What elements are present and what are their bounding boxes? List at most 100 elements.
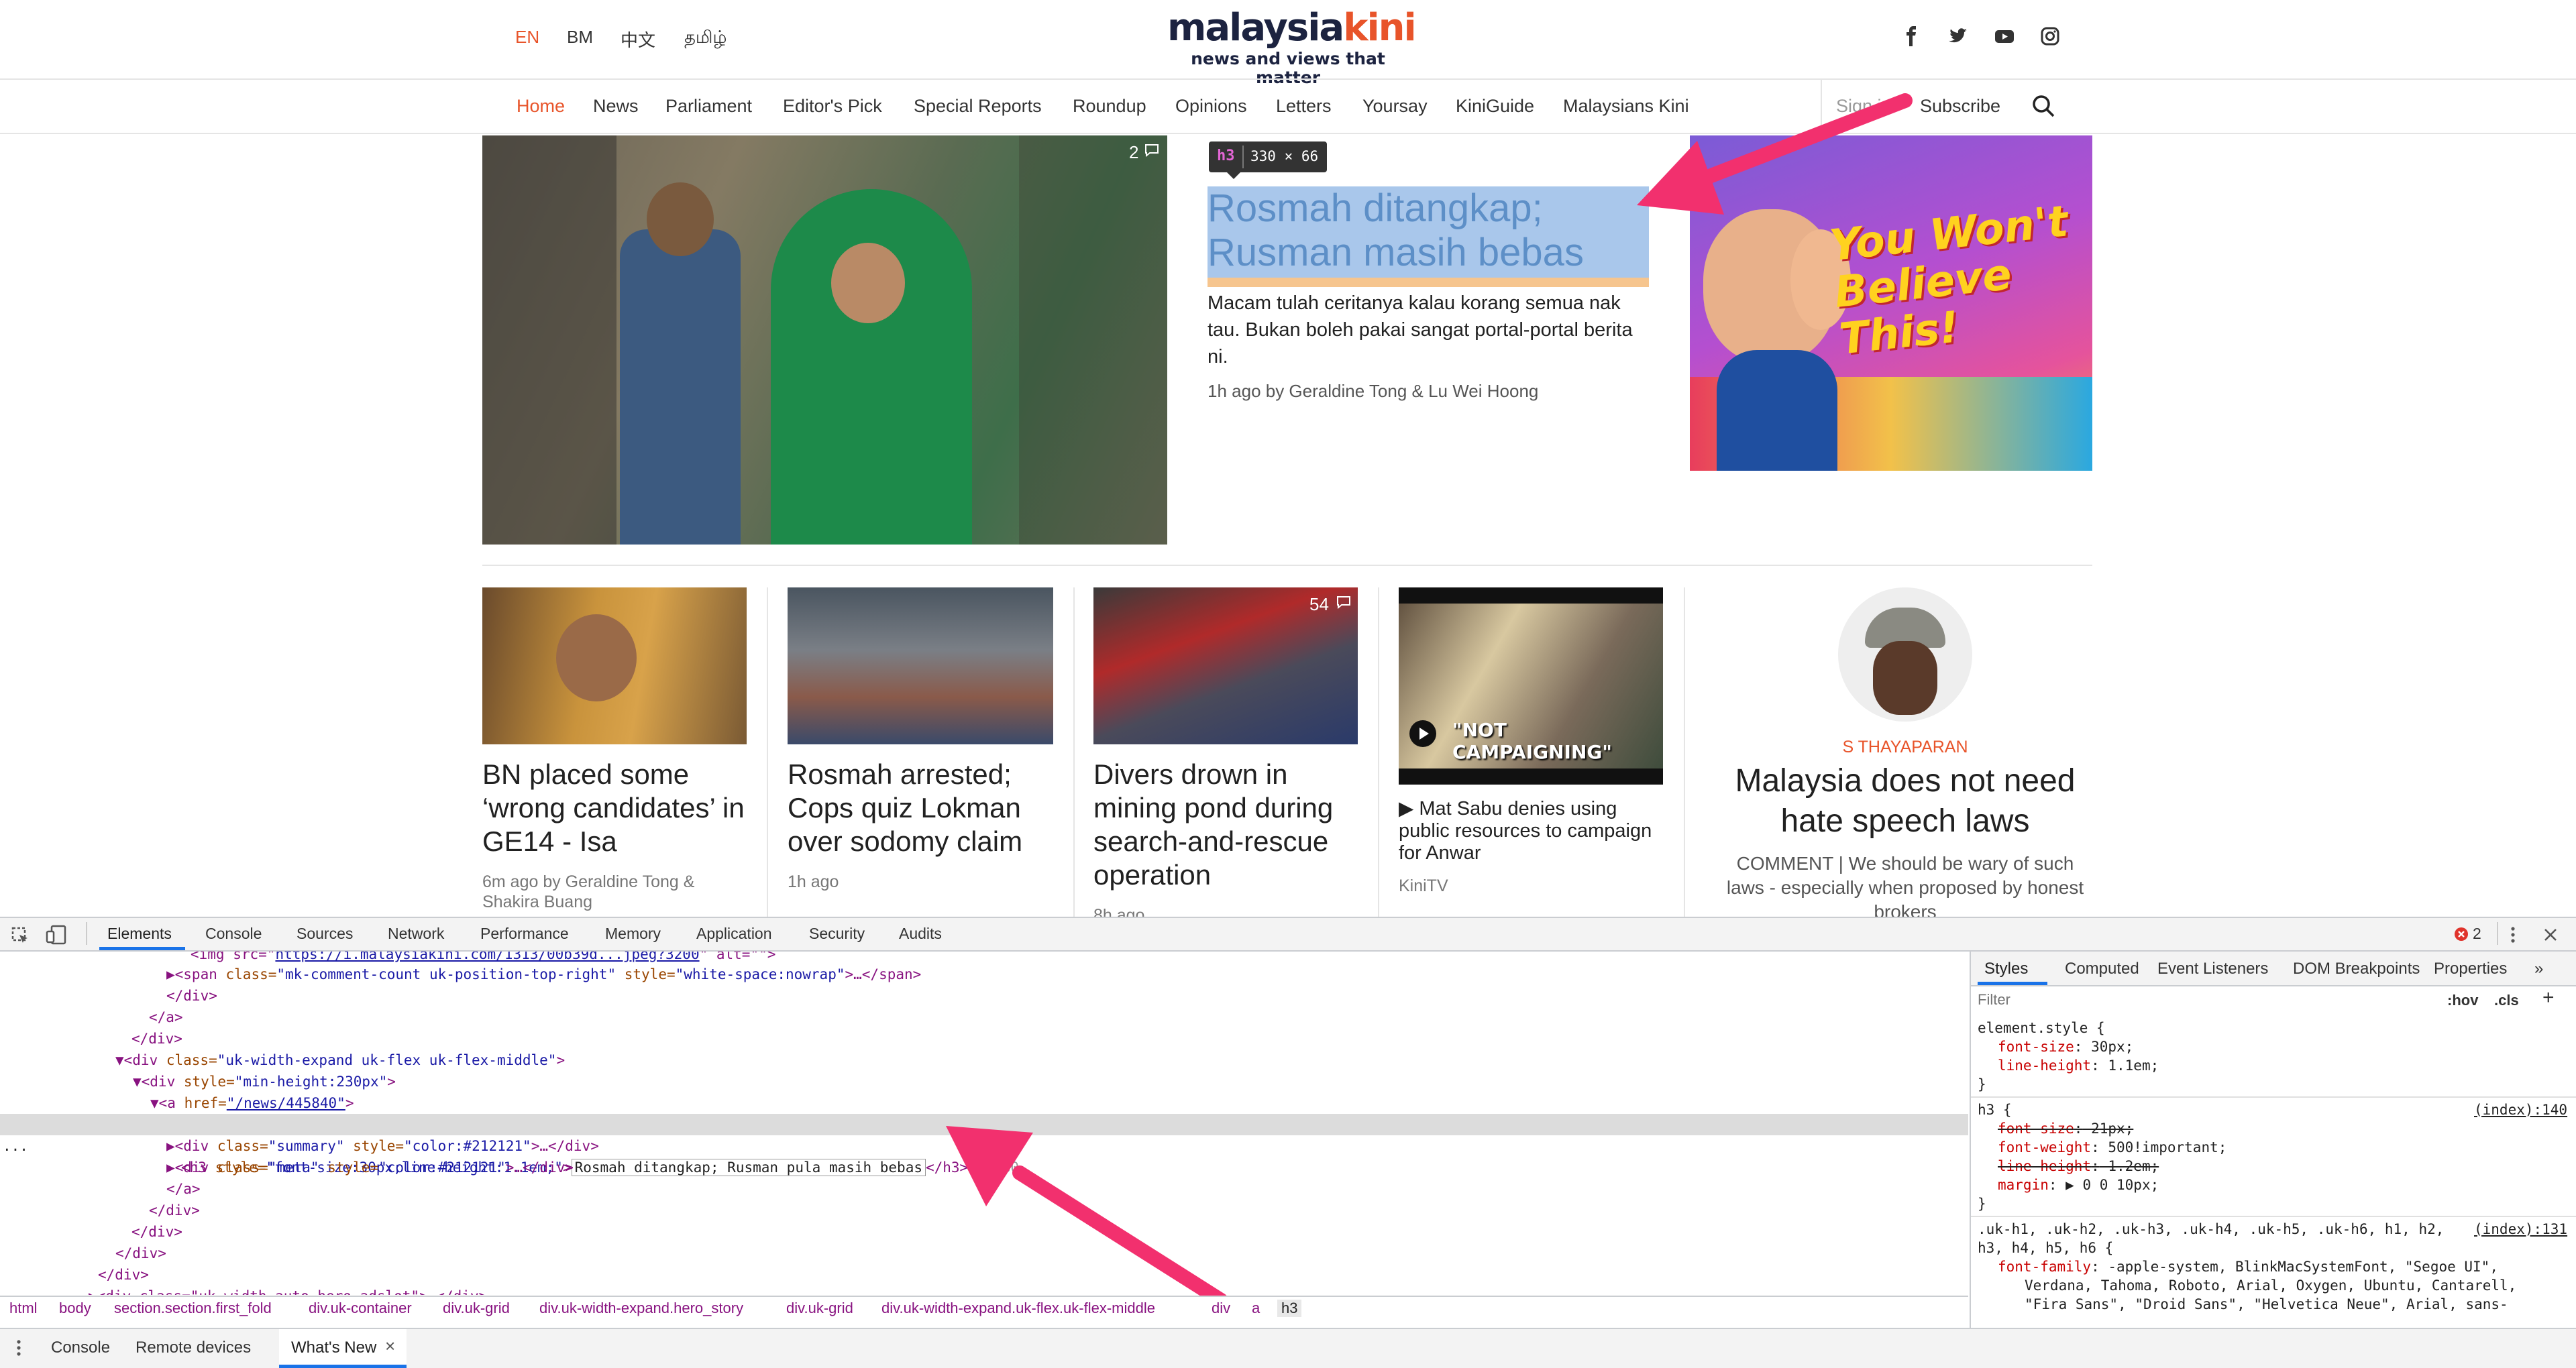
- nav-letters[interactable]: Letters: [1276, 96, 1332, 117]
- tab-properties[interactable]: Properties: [2434, 960, 2507, 978]
- css-property[interactable]: font-size: [1998, 1121, 2074, 1137]
- css-value[interactable]: ▶ 0 0 10px;: [2057, 1177, 2159, 1193]
- code-line[interactable]: <img src="https://i.malaysiakini.com/131…: [191, 952, 1968, 965]
- tab-application[interactable]: Application: [696, 925, 772, 943]
- nav-roundup[interactable]: Roundup: [1073, 96, 1146, 117]
- code-line[interactable]: ▼<a href="/news/445840">: [150, 1092, 1968, 1114]
- tab-security[interactable]: Security: [809, 925, 865, 943]
- lang-zh[interactable]: 中文: [621, 27, 655, 52]
- add-rule-icon[interactable]: +: [2542, 986, 2555, 1009]
- code-line[interactable]: </div>: [131, 1028, 1968, 1049]
- style-decl[interactable]: font-family: -apple-system, BlinkMacSyst…: [1998, 1257, 2498, 1276]
- css-value[interactable]: 1.2em;: [2100, 1158, 2159, 1174]
- style-decl-overridden[interactable]: line-height: 1.2em;: [1998, 1157, 2159, 1176]
- drawer-menu-icon[interactable]: [15, 1338, 23, 1357]
- tab-audits[interactable]: Audits: [899, 925, 942, 943]
- css-value[interactable]: 1.1em;: [2100, 1058, 2159, 1074]
- class-toggle[interactable]: .cls: [2494, 992, 2519, 1009]
- tab-computed[interactable]: Computed: [2065, 960, 2139, 978]
- close-devtools-icon[interactable]: [2542, 927, 2559, 943]
- youtube-icon[interactable]: [1994, 25, 2015, 47]
- css-value-continued[interactable]: Verdana, Tahoma, Roboto, Arial, Oxygen, …: [2025, 1276, 2516, 1295]
- nav-parliament[interactable]: Parliament: [665, 96, 752, 117]
- drawer-tab-console[interactable]: Console: [51, 1338, 110, 1357]
- code-line[interactable]: </a>: [149, 1007, 1968, 1028]
- css-property[interactable]: margin: [1998, 1177, 2049, 1193]
- tab-event-listeners[interactable]: Event Listeners: [2157, 960, 2268, 978]
- hero-headline[interactable]: Rosmah ditangkap; Rusman masih bebas: [1208, 186, 1650, 275]
- error-count[interactable]: 2: [2473, 925, 2481, 943]
- tab-elements[interactable]: Elements: [107, 925, 172, 943]
- story-photo-1[interactable]: [482, 587, 747, 744]
- code-link[interactable]: https://i.malaysiakini.com/1313/00b39d..…: [275, 952, 699, 962]
- hover-state-toggle[interactable]: :hov: [2447, 992, 2478, 1009]
- nav-kiniguide[interactable]: KiniGuide: [1456, 96, 1534, 117]
- style-decl[interactable]: line-height: 1.1em;: [1998, 1056, 2159, 1075]
- breadcrumb-item[interactable]: div: [1212, 1300, 1230, 1317]
- error-icon[interactable]: [2454, 927, 2469, 942]
- tab-dom-breakpoints[interactable]: DOM Breakpoints: [2293, 960, 2420, 978]
- tab-sources[interactable]: Sources: [297, 925, 353, 943]
- lang-ta[interactable]: தமிழ்: [684, 27, 727, 50]
- story-title-3[interactable]: Divers drown in mining pond during searc…: [1093, 758, 1362, 892]
- code-ellipsis[interactable]: ...: [3, 1135, 28, 1157]
- tab-console[interactable]: Console: [205, 925, 262, 943]
- tab-styles[interactable]: Styles: [1984, 960, 2028, 978]
- css-value-continued[interactable]: "Fira Sans", "Droid Sans", "Helvetica Ne…: [2025, 1295, 2508, 1314]
- story-photo-2[interactable]: [788, 587, 1053, 744]
- subscribe-link[interactable]: Subscribe: [1920, 96, 2000, 117]
- twitter-icon[interactable]: [1947, 25, 1968, 47]
- more-tabs-chevron-icon[interactable]: »: [2534, 960, 2543, 978]
- style-decl[interactable]: font-size: 30px;: [1998, 1037, 2133, 1056]
- breadcrumb-item[interactable]: div.uk-grid: [443, 1300, 510, 1317]
- instagram-icon[interactable]: [2039, 25, 2061, 47]
- drawer-tab-remote-devices[interactable]: Remote devices: [136, 1338, 251, 1357]
- columnist-name[interactable]: S THAYAPARAN: [1717, 738, 2093, 757]
- rule-selector[interactable]: h3 {: [1978, 1100, 2012, 1119]
- nav-yoursay[interactable]: Yoursay: [1362, 96, 1428, 117]
- rule-source-link[interactable]: (index):140: [2474, 1100, 2567, 1119]
- css-property[interactable]: font-family: [1998, 1259, 2091, 1275]
- css-value[interactable]: 30px;: [2082, 1039, 2133, 1055]
- style-decl[interactable]: margin: ▶ 0 0 10px;: [1998, 1176, 2159, 1194]
- css-value[interactable]: 21px;: [2082, 1121, 2133, 1137]
- breadcrumb-item[interactable]: body: [59, 1300, 91, 1317]
- code-line[interactable]: ▶<span class="mk-comment-count uk-positi…: [166, 964, 1968, 985]
- site-logo[interactable]: malaysiakini news and views that matter: [1167, 7, 1417, 87]
- device-toolbar-icon[interactable]: [46, 925, 67, 945]
- tab-performance[interactable]: Performance: [480, 925, 569, 943]
- breadcrumb-item[interactable]: div.uk-width-expand.hero_story: [539, 1300, 743, 1317]
- breadcrumb-item[interactable]: section.section.first_fold: [114, 1300, 272, 1317]
- column-title[interactable]: Malaysia does not need hate speech laws: [1717, 761, 2093, 842]
- hero-photo[interactable]: [482, 135, 1167, 545]
- breadcrumb-item[interactable]: div.uk-container: [309, 1300, 412, 1317]
- style-decl-overridden[interactable]: font-size: 21px;: [1998, 1119, 2133, 1138]
- code-line[interactable]: </div>: [166, 985, 1968, 1007]
- kebab-menu-icon[interactable]: [2509, 925, 2517, 945]
- story-video-thumb-4[interactable]: "NOT CAMPAIGNING": [1399, 587, 1663, 785]
- facebook-icon[interactable]: [1901, 25, 1923, 47]
- code-line[interactable]: ▼<div style="min-height:230px">: [133, 1071, 1968, 1092]
- breadcrumb-item-active[interactable]: h3: [1277, 1300, 1302, 1317]
- breadcrumb-item[interactable]: html: [9, 1300, 38, 1317]
- nav-opinions[interactable]: Opinions: [1175, 96, 1247, 117]
- code-line[interactable]: ▼<div class="uk-width-expand uk-flex uk-…: [115, 1049, 1968, 1071]
- inspect-element-icon[interactable]: [11, 926, 30, 945]
- css-value[interactable]: 500!important;: [2100, 1139, 2226, 1155]
- css-property[interactable]: font-weight: [1998, 1139, 2091, 1155]
- close-tab-icon[interactable]: ×: [385, 1336, 395, 1357]
- nav-news[interactable]: News: [593, 96, 639, 117]
- breadcrumb-item[interactable]: a: [1252, 1300, 1260, 1317]
- tab-memory[interactable]: Memory: [605, 925, 661, 943]
- css-value[interactable]: -apple-system, BlinkMacSystemFont, "Sego…: [2100, 1259, 2498, 1275]
- breadcrumb-item[interactable]: div.uk-grid: [786, 1300, 853, 1317]
- tab-network[interactable]: Network: [388, 925, 444, 943]
- styles-filter-input[interactable]: [1976, 989, 2381, 1011]
- css-property[interactable]: line-height: [1998, 1058, 2091, 1074]
- story-title-1[interactable]: BN placed some ‘wrong candidates’ in GE1…: [482, 758, 751, 858]
- css-property[interactable]: line-height: [1998, 1158, 2091, 1174]
- rule-selector[interactable]: element.style {: [1978, 1019, 2105, 1037]
- story-title-2[interactable]: Rosmah arrested; Cops quiz Lokman over s…: [788, 758, 1056, 858]
- rule-selector[interactable]: .uk-h1, .uk-h2, .uk-h3, .uk-h4, .uk-h5, …: [1978, 1220, 2444, 1239]
- drawer-tab-whats-new[interactable]: What's New: [291, 1338, 376, 1357]
